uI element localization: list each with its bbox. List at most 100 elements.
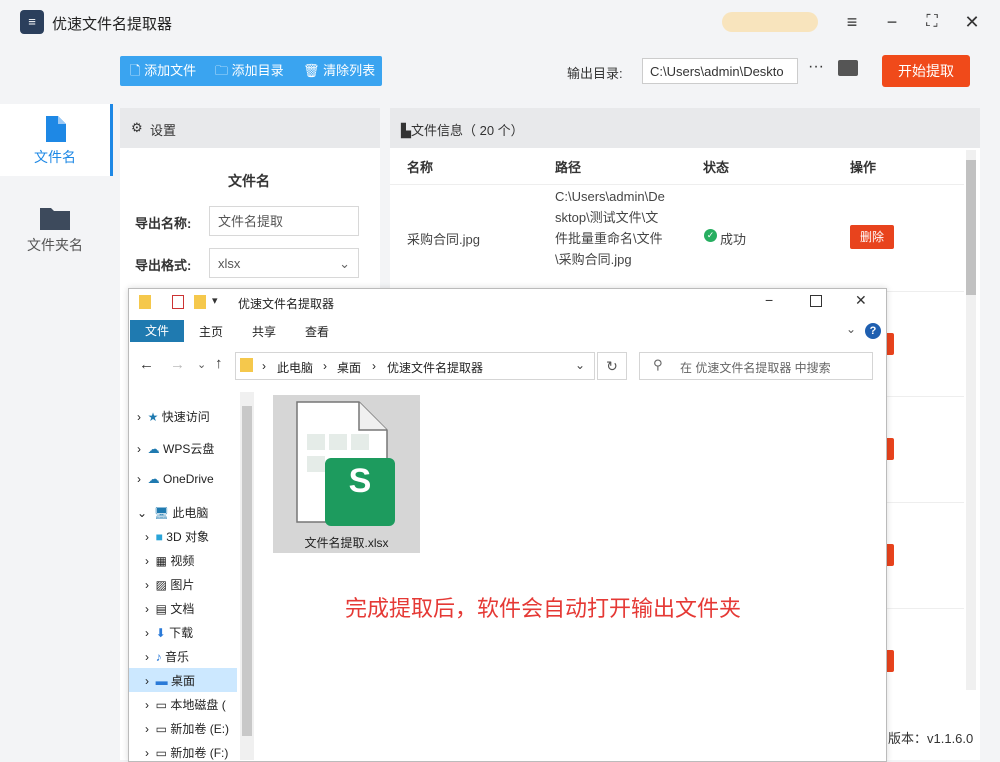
ribbon-tab-home[interactable]: 主页 <box>199 323 223 340</box>
app-title: 优速文件名提取器 <box>52 16 173 33</box>
output-dir-label: 输出目录: <box>567 66 623 81</box>
nav-item-local-disk[interactable]: › ▭ 本地磁盘 ( <box>145 696 226 713</box>
ribbon <box>129 319 885 343</box>
nav-item-3d-objects[interactable]: › ■ 3D 对象 <box>145 528 209 545</box>
table-scroll-thumb[interactable] <box>966 160 976 295</box>
up-arrow-icon[interactable]: ↑ <box>215 355 223 372</box>
file-info-title: ▙文件信息（ 20 个） <box>401 123 524 138</box>
delete-button[interactable]: 删除 <box>850 225 894 249</box>
new-folder-icon[interactable] <box>194 295 206 309</box>
nav-item-downloads[interactable]: › ⬇ 下载 <box>145 624 193 641</box>
export-name-input[interactable]: 文件名提取 <box>209 206 359 236</box>
output-dir-input[interactable]: C:\Users\admin\Deskto <box>642 58 798 84</box>
address-dropdown-icon[interactable]: ⌄ <box>575 358 585 372</box>
customize-arrow-icon[interactable]: ▾ <box>212 294 218 307</box>
column-header-name: 名称 <box>407 160 434 175</box>
music-icon: ♪ <box>155 650 162 664</box>
nav-scroll-thumb[interactable] <box>242 406 252 736</box>
sidebar-item-label: 文件名 <box>34 149 76 165</box>
properties-icon[interactable] <box>172 295 184 309</box>
explorer-title: 优速文件名提取器 <box>238 297 335 311</box>
drive-icon: ▭ <box>155 722 168 736</box>
menu-icon[interactable]: ≡ <box>840 10 864 34</box>
film-icon: ▦ <box>155 554 168 568</box>
nav-item-this-pc[interactable]: ⌄ 🖥 此电脑 <box>137 504 208 521</box>
explorer-maximize-icon[interactable] <box>810 295 822 307</box>
explorer-minimize-icon[interactable]: − <box>765 292 773 308</box>
version-label: 版本：v1.1.6.0 <box>888 731 974 746</box>
sidebar-item-label: 文件夹名 <box>27 237 83 253</box>
ribbon-expand-icon[interactable]: ⌄ <box>846 322 856 336</box>
column-header-status: 状态 <box>703 160 730 175</box>
start-button[interactable]: 开始提取 <box>882 55 970 87</box>
address-folder-icon <box>240 358 253 372</box>
nav-item-desktop[interactable]: › ▬ 桌面 <box>145 672 195 689</box>
chevron-down-icon: ⌄ <box>339 256 350 271</box>
add-dir-button[interactable]: 🗀 添加目录 <box>215 56 284 86</box>
clear-list-button[interactable]: 🗑 清除列表 <box>303 56 375 86</box>
toolbar: 🗋 添加文件 🗀 添加目录 🗑 清除列表 <box>120 56 382 86</box>
breadcrumb-sep: › <box>323 359 327 373</box>
spreadsheet-badge: S <box>348 462 372 500</box>
trash-icon: 🗑 <box>303 63 324 78</box>
breadcrumb-item[interactable]: 此电脑 <box>277 359 313 376</box>
more-button[interactable]: ··· <box>808 58 824 76</box>
sidebar-item-filename[interactable]: 文件名 <box>0 104 113 176</box>
gear-icon: ⚙ <box>131 120 143 135</box>
explorer-close-icon[interactable]: ✕ <box>855 292 867 309</box>
nav-item-pictures[interactable]: › ▨ 图片 <box>145 576 194 593</box>
search-placeholder: 在 优速文件名提取器 中搜索 <box>680 361 831 375</box>
minimize-icon[interactable]: − <box>880 10 904 34</box>
folder-outline-icon: 🗀 <box>215 63 232 78</box>
promo-banner[interactable] <box>722 12 818 32</box>
nav-item-onedrive[interactable]: › ☁ OneDrive <box>137 472 214 486</box>
recent-chevron-icon[interactable]: ⌄ <box>197 358 206 371</box>
column-header-action: 操作 <box>850 160 877 175</box>
download-arrow-icon: ⬇ <box>155 626 166 640</box>
export-format-select[interactable]: xlsx ⌄ <box>209 248 359 278</box>
row-file-name: 采购合同.jpg <box>407 232 480 247</box>
row-file-path: C:\Users\admin\Desktop\测试文件\文件批量重命名\文件\采… <box>555 189 665 267</box>
ribbon-tab-share[interactable]: 共享 <box>252 323 276 340</box>
export-name-label: 导出名称: <box>135 216 192 231</box>
ribbon-tab-view[interactable]: 查看 <box>305 323 329 340</box>
settings-title: 设置 <box>150 123 177 138</box>
app-logo-icon: ≡ <box>20 10 44 34</box>
export-format-label: 导出格式: <box>135 258 192 273</box>
search-icon: ⚲ <box>653 357 663 372</box>
add-file-button[interactable]: 🗋 添加文件 <box>130 56 196 86</box>
nav-item-music[interactable]: › ♪ 音乐 <box>145 648 189 665</box>
document-icon: ▤ <box>155 602 168 616</box>
breadcrumb-item[interactable]: 桌面 <box>337 359 361 376</box>
nav-item-quick-access[interactable]: › ★ 快速访问 <box>137 408 210 425</box>
row-status: 成功 <box>720 232 747 247</box>
column-header-path: 路径 <box>555 160 582 175</box>
maximize-icon[interactable]: ⛶ <box>920 10 944 34</box>
nav-item-volume-e[interactable]: › ▭ 新加卷 (E:) <box>145 720 229 737</box>
document-icon: ▙ <box>401 123 411 138</box>
forward-arrow-icon[interactable]: → <box>170 356 185 373</box>
nav-item-wps-cloud[interactable]: › ☁ WPS云盘 <box>137 440 214 457</box>
refresh-icon[interactable]: ↻ <box>597 352 627 380</box>
help-icon[interactable]: ? <box>865 323 881 339</box>
sidebar-item-foldername[interactable]: 文件夹名 <box>0 194 110 266</box>
star-icon: ★ <box>147 410 159 424</box>
ribbon-tab-file[interactable]: 文件 <box>130 320 184 342</box>
nav-item-videos[interactable]: › ▦ 视频 <box>145 552 194 569</box>
disk-icon: ▭ <box>155 698 168 712</box>
drive-icon: ▭ <box>155 746 168 760</box>
file-icon <box>46 116 66 142</box>
desktop-icon: ▬ <box>155 674 168 688</box>
nav-item-documents[interactable]: › ▤ 文档 <box>145 600 194 617</box>
folder-icon <box>40 208 70 230</box>
breadcrumb-item[interactable]: 优速文件名提取器 <box>387 359 483 376</box>
annotation-text: 完成提取后，软件会自动打开输出文件夹 <box>345 596 742 621</box>
close-icon[interactable]: ✕ <box>960 10 984 34</box>
success-check-icon: ✓ <box>704 229 717 242</box>
nav-item-volume-f[interactable]: › ▭ 新加卷 (F:) <box>145 744 228 761</box>
onedrive-icon: ☁ <box>147 472 160 486</box>
back-arrow-icon[interactable]: ← <box>139 356 154 373</box>
cloud-icon: ☁ <box>147 442 160 456</box>
picture-icon: ▨ <box>155 578 168 592</box>
open-folder-icon[interactable] <box>838 60 858 76</box>
